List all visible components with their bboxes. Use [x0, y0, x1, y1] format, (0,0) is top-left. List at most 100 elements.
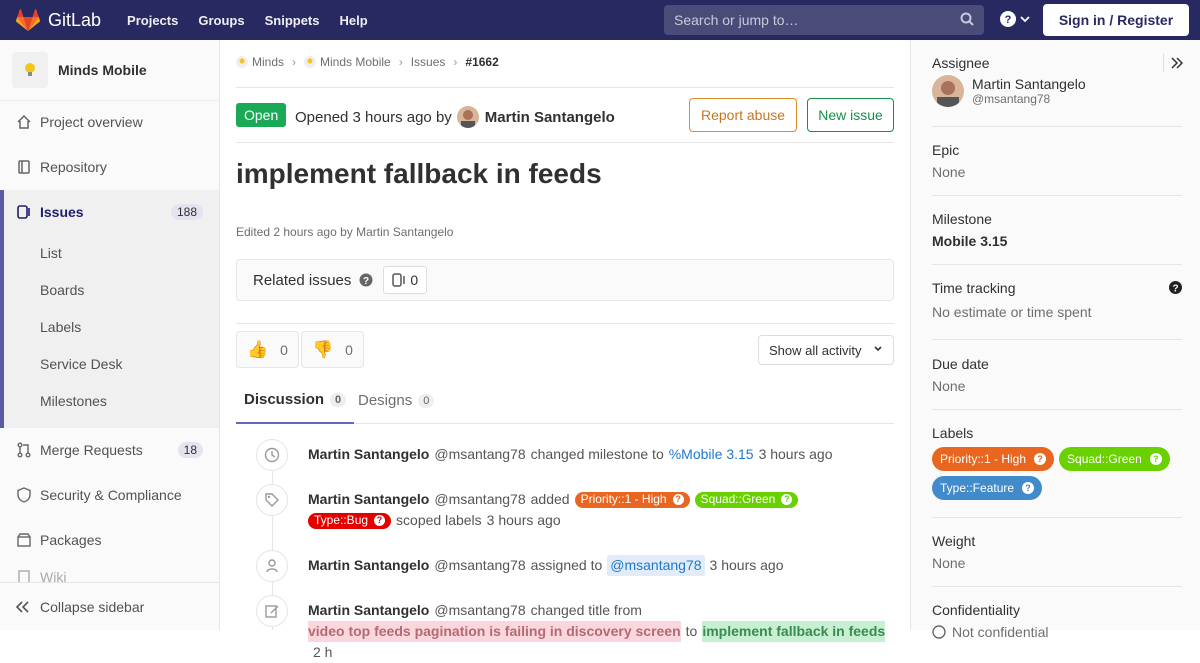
thumbs-up-button[interactable]: 👍 0: [236, 331, 299, 368]
milestone-value[interactable]: Mobile 3.15: [932, 233, 1182, 249]
assignee-user[interactable]: Martin Santangelo @msantang78: [932, 75, 1182, 107]
related-issues-panel: Related issues ? 0: [236, 259, 894, 301]
label-type[interactable]: Type::Feature?: [932, 476, 1043, 500]
sidebar-item-boards[interactable]: Boards: [40, 282, 84, 298]
author-avatar[interactable]: [456, 106, 479, 128]
thumbs-down-icon: 👎: [312, 339, 334, 359]
note-handle[interactable]: @msantang78: [434, 600, 525, 621]
question-icon[interactable]: ?: [359, 273, 373, 287]
sidebar-item-service-desk[interactable]: Service Desk: [40, 356, 122, 372]
assignee-title: Assignee: [932, 55, 990, 71]
home-icon: [16, 114, 32, 130]
labels-title: Labels: [932, 425, 974, 441]
note-action: changed title from: [530, 602, 642, 618]
merge-request-icon: [16, 442, 32, 458]
report-abuse-button[interactable]: Report abuse: [689, 98, 797, 132]
question-icon: ?: [1000, 11, 1016, 27]
top-nav: Projects Groups Snippets Help: [127, 13, 388, 28]
project-header[interactable]: Minds Mobile: [0, 40, 219, 101]
thumbs-down-button[interactable]: 👎 0: [301, 331, 364, 368]
sidebar-item-repository[interactable]: Repository: [0, 149, 219, 185]
divider: [932, 126, 1182, 127]
search-icon: [960, 12, 974, 26]
mr-count-badge: 18: [177, 442, 203, 458]
project-name: Minds Mobile: [58, 62, 147, 78]
question-icon[interactable]: ?: [1169, 281, 1182, 294]
label-text: Squad::Green: [700, 492, 776, 506]
pencil-square-icon: [256, 595, 288, 627]
breadcrumb-group[interactable]: Minds: [252, 55, 284, 69]
label-type[interactable]: Type::Bug?: [308, 512, 392, 529]
thumbs-down-count: 0: [345, 341, 353, 358]
book-icon: [16, 159, 32, 175]
sidebar-item-list[interactable]: List: [40, 245, 62, 261]
sidebar-item-label: Security & Compliance: [40, 487, 182, 503]
new-issue-button[interactable]: New issue: [807, 98, 894, 132]
divider: [932, 264, 1182, 265]
label-text: Squad::Green: [1067, 452, 1142, 466]
nav-snippets[interactable]: Snippets: [265, 13, 320, 28]
package-icon: [16, 532, 32, 548]
related-count-value: 0: [410, 272, 419, 288]
note-handle[interactable]: @msantang78: [434, 444, 525, 465]
label-priority[interactable]: Priority::1 - High?: [932, 447, 1055, 471]
signin-button[interactable]: Sign in / Register: [1043, 4, 1189, 36]
tab-label: Discussion: [244, 391, 325, 408]
note-author[interactable]: Martin Santangelo: [308, 555, 429, 576]
opened-text: Opened 3 hours ago by: [295, 108, 452, 126]
sidebar-item-merge-requests[interactable]: Merge Requests 18: [0, 432, 219, 468]
project-avatar: [12, 52, 48, 88]
sidebar-item-security[interactable]: Security & Compliance: [0, 477, 219, 513]
collapse-sidebar-button[interactable]: Collapse sidebar: [0, 582, 219, 630]
sidebar-item-labels[interactable]: Labels: [40, 319, 81, 335]
sidebar-item-overview[interactable]: Project overview: [0, 104, 219, 140]
note-handle[interactable]: @msantang78: [434, 555, 525, 576]
search-placeholder: Search or jump to…: [674, 12, 799, 28]
related-issues-count[interactable]: 0: [383, 266, 428, 294]
note-author[interactable]: Martin Santangelo: [308, 600, 429, 621]
label-text: Priority::1 - High: [940, 452, 1027, 466]
question-icon: ?: [374, 515, 386, 526]
tab-designs[interactable]: Designs 0: [358, 377, 435, 424]
note-author[interactable]: Martin Santangelo: [308, 444, 429, 465]
breadcrumb-current[interactable]: #1662: [465, 55, 498, 69]
note-time: 3 hours ago: [709, 557, 784, 573]
note-author[interactable]: Martin Santangelo: [308, 489, 429, 510]
svg-text:?: ?: [1172, 284, 1178, 295]
label-squad[interactable]: Squad::Green?: [694, 491, 799, 508]
question-icon: ?: [1034, 453, 1047, 465]
nav-groups[interactable]: Groups: [198, 13, 244, 28]
breadcrumb-section[interactable]: Issues: [411, 55, 446, 69]
label-text: Priority::1 - High: [580, 492, 667, 506]
epic-section: Epic None: [932, 142, 1182, 180]
label-squad[interactable]: Squad::Green?: [1059, 447, 1170, 471]
tab-discussion[interactable]: Discussion 0: [236, 377, 355, 424]
epic-title: Epic: [932, 142, 960, 158]
author-name[interactable]: Martin Santangelo: [485, 109, 615, 126]
nav-projects[interactable]: Projects: [127, 13, 178, 28]
issue-main: Minds › Minds Mobile › Issues › #1662 Op…: [236, 40, 894, 660]
chevron-down-icon: [874, 346, 882, 352]
divider: [236, 323, 894, 324]
label-priority[interactable]: Priority::1 - High?: [574, 491, 690, 508]
search-input[interactable]: Search or jump to…: [664, 5, 984, 35]
milestone-link[interactable]: %Mobile 3.15: [669, 444, 754, 465]
breadcrumb-separator: ›: [453, 55, 458, 69]
activity-filter-dropdown[interactable]: Show all activity: [758, 335, 894, 365]
note-action: added: [530, 491, 570, 507]
sidebar-item-milestones[interactable]: Milestones: [40, 393, 107, 409]
help-dropdown[interactable]: ?: [1000, 11, 1030, 27]
right-sidebar: Assignee Martin Santangelo @msantang78 E…: [910, 40, 1200, 640]
nav-help[interactable]: Help: [340, 13, 368, 28]
user-mention[interactable]: @msantang78: [607, 555, 705, 576]
issue-title: implement fallback in feeds: [236, 158, 602, 189]
left-sidebar: Minds Mobile Project overview Repository…: [0, 40, 220, 630]
breadcrumb-project[interactable]: Minds Mobile: [320, 55, 391, 69]
gitlab-logo[interactable]: GitLab: [16, 9, 101, 31]
sidebar-item-issues[interactable]: Issues 188: [4, 194, 219, 230]
sidebar-item-label: Issues: [40, 204, 84, 220]
old-title: video top feeds pagination is failing in…: [308, 621, 681, 642]
note-handle[interactable]: @msantang78: [434, 489, 525, 510]
sidebar-item-packages[interactable]: Packages: [0, 522, 219, 558]
weight-title: Weight: [932, 533, 976, 549]
